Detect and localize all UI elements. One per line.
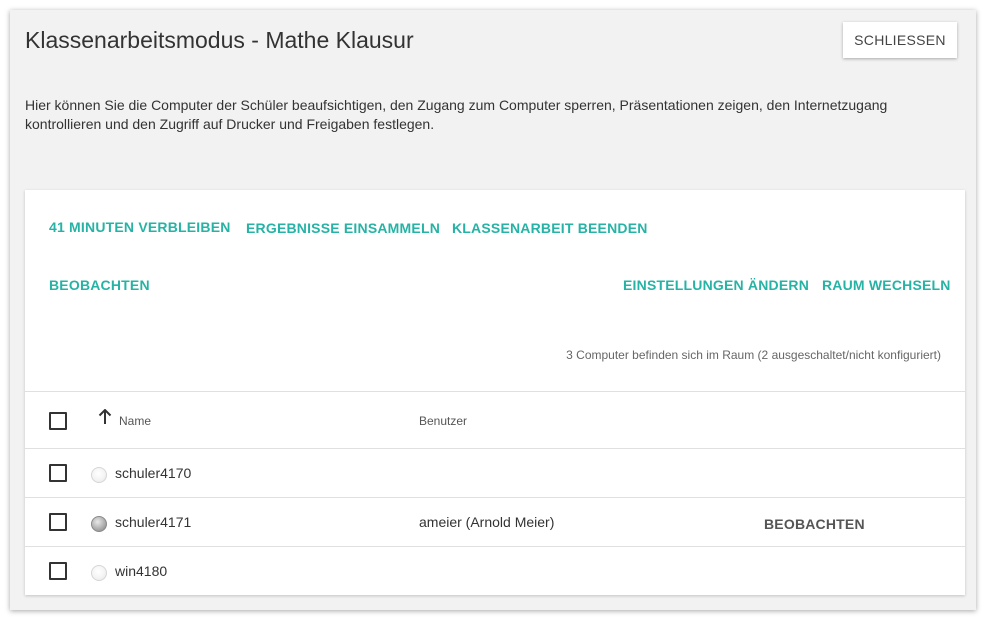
select-all-checkbox[interactable] xyxy=(49,412,67,430)
dialog-title: Klassenarbeitsmodus - Mathe Klausur xyxy=(25,27,414,53)
row-checkbox[interactable] xyxy=(49,464,67,482)
computer-room-card: 41 MINUTEN VERBLEIBEN ERGEBNISSE EINSAMM… xyxy=(25,190,965,595)
change-settings-button[interactable]: EINSTELLUNGEN ÄNDERN xyxy=(623,277,809,293)
close-button[interactable]: SCHLIESSEN xyxy=(843,22,957,58)
room-summary: 3 Computer befinden sich im Raum (2 ausg… xyxy=(566,348,941,362)
row-checkbox[interactable] xyxy=(49,513,67,531)
table-row[interactable]: schuler4170 xyxy=(25,448,965,497)
table-header: Name Benutzer xyxy=(25,391,965,448)
arrow-up-icon[interactable] xyxy=(98,409,112,425)
computer-table: Name Benutzer schuler4170 schuler4171 am… xyxy=(25,391,965,595)
dialog-description: Hier können Sie die Computer der Schüler… xyxy=(25,97,888,132)
table-row[interactable]: win4180 xyxy=(25,546,965,595)
status-indicator-icon xyxy=(91,467,107,483)
column-header-user[interactable]: Benutzer xyxy=(419,414,467,428)
finish-exam-button[interactable]: KLASSENARBEIT BEENDEN xyxy=(452,220,648,236)
status-indicator-icon xyxy=(91,565,107,581)
computer-name: schuler4170 xyxy=(115,465,192,481)
table-row[interactable]: schuler4171 ameier (Arnold Meier) BEOBAC… xyxy=(25,497,965,546)
collect-results-button[interactable]: ERGEBNISSE EINSAMMELN xyxy=(246,220,440,236)
computer-name: win4180 xyxy=(115,563,168,579)
status-indicator-icon xyxy=(91,516,107,532)
computer-user: ameier (Arnold Meier) xyxy=(419,514,555,530)
change-room-button[interactable]: RAUM WECHSELN xyxy=(822,277,951,293)
observe-button[interactable]: BEOBACHTEN xyxy=(49,277,150,293)
row-checkbox[interactable] xyxy=(49,562,67,580)
computer-name: schuler4171 xyxy=(115,514,192,530)
time-remaining-button[interactable]: 41 MINUTEN VERBLEIBEN xyxy=(49,219,231,235)
exam-mode-dialog: Klassenarbeitsmodus - Mathe Klausur SCHL… xyxy=(10,10,976,610)
row-observe-button[interactable]: BEOBACHTEN xyxy=(764,516,865,532)
column-header-name[interactable]: Name xyxy=(119,414,151,428)
